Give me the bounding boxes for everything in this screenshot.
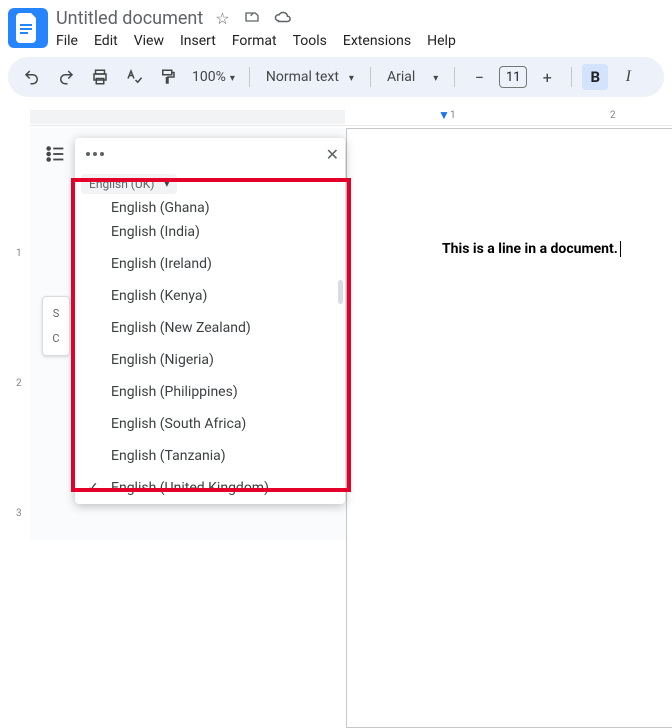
language-option[interactable]: English (New Zealand) [75,312,345,344]
undo-button[interactable] [18,63,46,91]
toolbar: 100%▾ Normal text▾ Arial▾ − 11 + B I [8,57,664,97]
menu-edit[interactable]: Edit [94,33,118,49]
menu-format[interactable]: Format [232,33,277,49]
language-option[interactable]: English (Nigeria) [75,344,345,376]
zoom-select[interactable]: 100%▾ [188,69,239,85]
print-button[interactable] [86,63,114,91]
italic-button[interactable]: I [614,63,642,91]
language-option[interactable]: English (Kenya) [75,280,345,312]
menu-view[interactable]: View [134,33,164,49]
vertical-ruler[interactable]: 1 2 3 [16,128,30,540]
language-option[interactable]: English (India) [75,216,345,248]
font-select[interactable]: Arial▾ [381,69,444,85]
move-icon[interactable] [244,9,260,29]
panel-close-button[interactable]: ✕ [326,145,339,164]
language-option[interactable]: English (Tanzania) [75,440,345,472]
menu-file[interactable]: File [56,33,78,49]
current-language-chip[interactable]: English (UK)▾ [81,174,177,194]
font-size-input[interactable]: 11 [499,66,527,88]
language-option[interactable]: English (Ghana) [75,198,345,216]
docs-logo[interactable] [8,8,48,48]
cloud-status-icon[interactable] [274,9,292,29]
title-bar: Untitled document ☆ File Edit View Inser… [0,0,672,49]
language-list: English (Ghana) English (India) English … [75,198,345,504]
spellcheck-button[interactable] [120,63,148,91]
language-option[interactable]: English (Ireland) [75,248,345,280]
menu-tools[interactable]: Tools [293,33,327,49]
outline-toggle-button[interactable] [42,140,70,168]
scrollbar-thumb[interactable] [338,280,343,304]
side-card[interactable]: S C [42,296,70,356]
language-option[interactable]: English (Philippines) [75,376,345,408]
paragraph-style-select[interactable]: Normal text▾ [260,69,360,85]
menu-insert[interactable]: Insert [180,33,216,49]
language-option-selected[interactable]: ✓ English (United Kingdom) [75,472,345,504]
document-page[interactable] [346,128,672,728]
star-icon[interactable]: ☆ [215,9,229,29]
language-option[interactable]: English (South Africa) [75,408,345,440]
menu-help[interactable]: Help [427,33,456,49]
menubar: File Edit View Insert Format Tools Exten… [56,33,456,49]
paint-format-button[interactable] [154,63,182,91]
menu-extensions[interactable]: Extensions [343,33,411,49]
check-icon: ✓ [87,480,99,496]
decrease-font-button[interactable]: − [465,63,493,91]
panel-more-icon[interactable] [81,140,109,168]
redo-button[interactable] [52,63,80,91]
increase-font-button[interactable]: + [533,63,561,91]
bold-button[interactable]: B [582,64,608,90]
indent-marker-icon[interactable]: ▼ [438,108,450,122]
horizontal-ruler[interactable]: 1 2 [30,110,672,126]
document-text[interactable]: This is a line in a document. [442,240,621,257]
document-title[interactable]: Untitled document [56,8,203,29]
language-panel: ✕ English (UK)▾ English (Ghana) English … [75,138,345,504]
text-cursor [620,241,621,257]
